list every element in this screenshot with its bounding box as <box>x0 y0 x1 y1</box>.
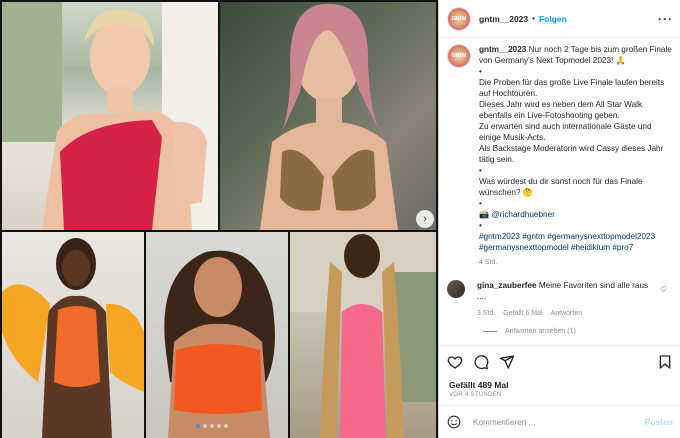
post-timestamp: VOR 4 STUNDEN <box>449 392 502 398</box>
caption-para1: Die Proben für das große Live Finale lau… <box>479 78 665 98</box>
carousel-dot <box>210 424 214 428</box>
carousel-dots <box>196 424 228 428</box>
post-header: GNTM gntm__2023 • Folgen ··· <box>439 0 680 38</box>
carousel-dot <box>203 424 207 428</box>
emoji-smiley-icon[interactable] <box>447 415 461 429</box>
post-caption: GNTM gntm__2023 Nur noch 2 Tage bis zum … <box>447 44 675 268</box>
post-actions <box>439 345 680 377</box>
photo-model-red-dress <box>2 2 218 230</box>
post-comment-button[interactable]: Posten <box>645 417 673 427</box>
comment-time: 3 Std. <box>477 310 496 317</box>
caption-username[interactable]: gntm__2023 <box>479 45 526 54</box>
comment-reply-button[interactable]: Antworten <box>551 308 583 319</box>
carousel-dot <box>196 424 200 428</box>
hashtags-links[interactable]: #gntm2023 #gntm #germanysnexttopmodel202… <box>479 231 675 253</box>
caption-time: 4 Std. <box>479 259 498 266</box>
photo-model-crochet-top <box>220 2 436 230</box>
caption-question: Was würdest du dir sonst noch für das Fi… <box>479 177 643 197</box>
next-slide-button[interactable]: › <box>416 210 434 228</box>
avatar[interactable]: GNTM <box>447 6 471 31</box>
comment-username[interactable]: gina_zauberfee <box>477 281 537 290</box>
view-replies-button[interactable]: Antworten ansehen (1) <box>483 328 576 335</box>
follow-button[interactable]: Folgen <box>539 14 567 24</box>
post-media-grid[interactable]: › <box>0 0 438 438</box>
carousel-dot <box>224 424 228 428</box>
camera-credit-link[interactable]: 📸 @richardhuebner <box>479 209 675 220</box>
divider <box>483 331 497 332</box>
comment-bubble-icon[interactable] <box>473 354 489 370</box>
comment-like-heart-icon[interactable]: ♡ <box>660 284 667 295</box>
carousel-dot <box>217 424 221 428</box>
caption-para2: Dieses Jahr wird es neben dem All Star W… <box>479 100 643 120</box>
view-replies-label: Antworten ansehen (1) <box>505 328 576 335</box>
caption-bullet: • <box>479 221 482 230</box>
comment-input[interactable] <box>471 416 635 428</box>
photo-model-orange-top <box>146 232 288 438</box>
comment-meta: 3 Std. Gefällt 6 Mal Antworten <box>477 308 657 319</box>
comment-body: gina_zauberfee Meine Favoriten sind alle… <box>477 280 657 319</box>
photo-model-pink-dress <box>290 232 436 438</box>
caption-para3: Zu erwarten sind auch internationale Gäs… <box>479 122 652 142</box>
separator: • <box>532 14 535 23</box>
chevron-right-icon: › <box>423 213 427 225</box>
photo-model-orange-swimsuit <box>2 232 144 438</box>
comment-likes[interactable]: Gefällt 6 Mal <box>503 308 542 319</box>
caption-body: gntm__2023 Nur noch 2 Tage bis zum große… <box>479 44 675 268</box>
caption-bullet: • <box>479 166 482 175</box>
add-comment-bar: Posten <box>439 405 680 438</box>
likes-count[interactable]: Gefällt 489 Mal <box>449 380 509 390</box>
instagram-post-modal: › GNTM gntm__2023 • Folgen ··· GNTM gntm… <box>0 0 680 438</box>
comment-avatar[interactable] <box>447 280 465 298</box>
like-heart-icon[interactable] <box>447 354 463 370</box>
bookmark-icon[interactable] <box>657 354 673 370</box>
post-side-panel: GNTM gntm__2023 • Folgen ··· GNTM gntm__… <box>438 0 680 438</box>
share-send-icon[interactable] <box>499 354 515 370</box>
caption-avatar[interactable]: GNTM <box>447 44 471 68</box>
caption-bullet: • <box>479 199 482 208</box>
caption-para4: Als Backstage Moderatorin wird Cassy die… <box>479 144 664 164</box>
more-options-icon[interactable]: ··· <box>658 12 673 26</box>
caption-bullet: • <box>479 67 482 76</box>
header-username[interactable]: gntm__2023 <box>479 14 528 24</box>
comment-item: gina_zauberfee Meine Favoriten sind alle… <box>447 280 675 319</box>
